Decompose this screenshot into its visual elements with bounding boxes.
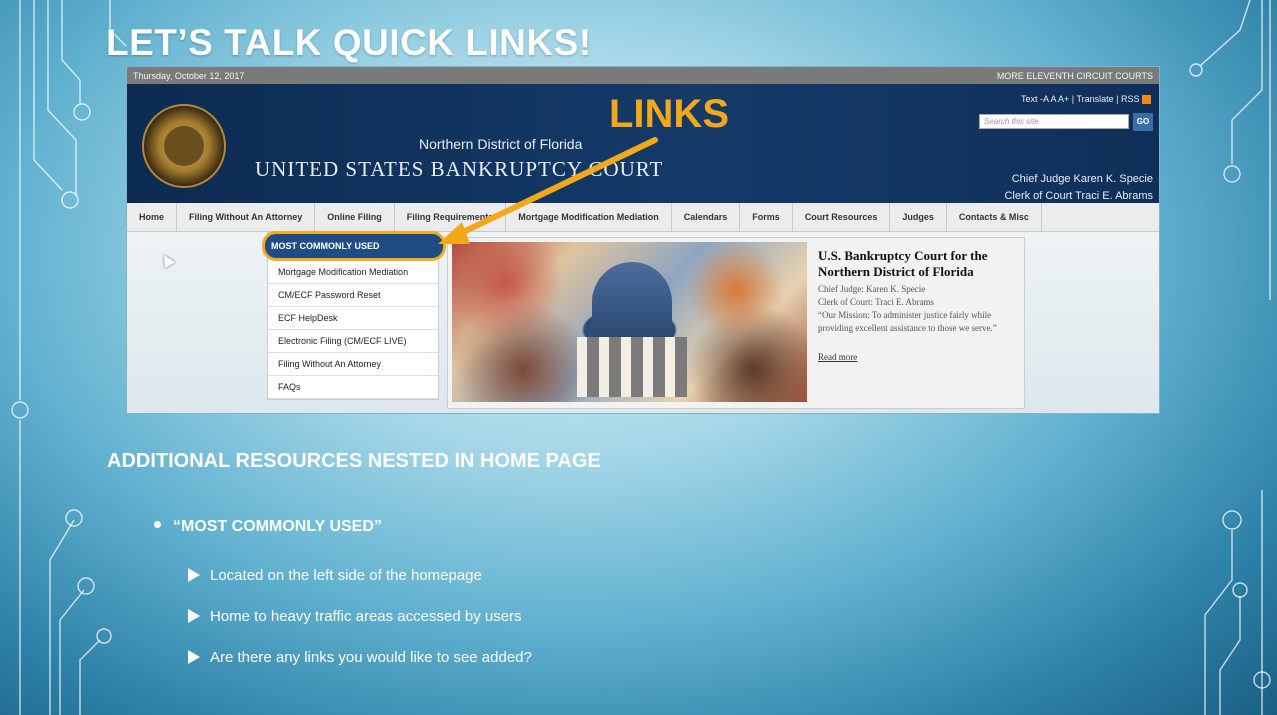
- sub-bullet: Home to heavy traffic areas accessed by …: [188, 608, 522, 625]
- sub-bullet-text: Home to heavy traffic areas accessed by …: [210, 608, 522, 625]
- sub-bullet: Located on the left side of the homepage: [188, 567, 482, 584]
- bullet-text: “MOST COMMONLY USED”: [173, 518, 382, 535]
- arrow-bullet-icon: [188, 650, 200, 665]
- arrow-bullet-icon: [188, 609, 200, 624]
- bullet-item: “MOST COMMONLY USED”: [154, 518, 382, 536]
- sub-bullet-text: Located on the left side of the homepage: [210, 567, 482, 584]
- bullet-dot-icon: [154, 521, 161, 529]
- section-heading: ADDITIONAL RESOURCES NESTED IN HOME PAGE: [107, 450, 601, 472]
- arrow-bullet-icon: [188, 568, 200, 583]
- sub-bullet-text: Are there any links you would like to se…: [210, 649, 532, 666]
- sub-bullet: Are there any links you would like to se…: [188, 649, 532, 666]
